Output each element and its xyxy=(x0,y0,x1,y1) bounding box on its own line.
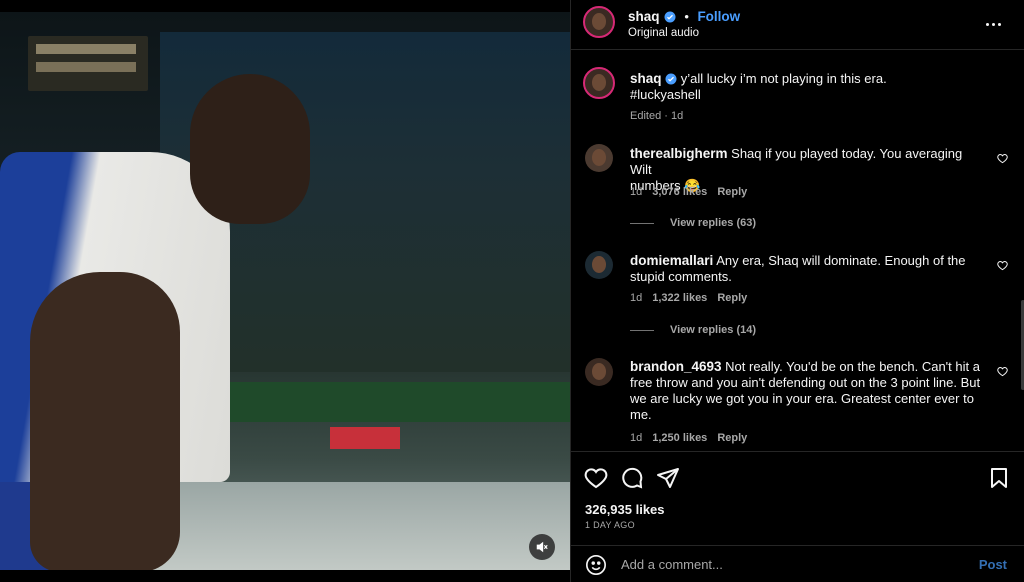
emoji-icon[interactable] xyxy=(585,554,607,576)
reply-button[interactable]: Reply xyxy=(717,432,747,444)
more-options-icon[interactable] xyxy=(983,14,1003,34)
caption-avatar[interactable] xyxy=(583,67,615,99)
comment-body-line1: Any era, Shaq will dominate. Enough of t… xyxy=(716,253,966,268)
comment-likes[interactable]: 3,076 likes xyxy=(652,186,707,198)
comment-username[interactable]: brandon_4693 xyxy=(630,359,722,374)
heart-icon[interactable] xyxy=(997,153,1008,164)
reply-button[interactable]: Reply xyxy=(717,292,747,304)
comment-body-line2: free throw and you ain't defending out o… xyxy=(630,375,981,390)
comment-body-line2: stupid comments. xyxy=(630,269,732,284)
video-player[interactable] xyxy=(0,12,570,570)
player-arm xyxy=(30,272,180,570)
post-panel: shaq • Follow Original audio shaq y’all … xyxy=(570,0,1024,582)
caption-hashtag[interactable]: #luckyashell xyxy=(630,87,701,102)
heart-icon[interactable] xyxy=(997,260,1008,271)
caption-username[interactable]: shaq xyxy=(630,71,662,86)
author-username[interactable]: shaq xyxy=(628,9,660,24)
muted-speaker-icon xyxy=(536,541,548,553)
arena-ad-board xyxy=(330,427,400,449)
bookmark-icon[interactable] xyxy=(987,466,1011,490)
verified-badge-icon xyxy=(664,11,676,23)
caption-meta: Edited · 1d xyxy=(630,110,684,122)
comment-avatar[interactable] xyxy=(585,358,613,386)
comment-text: domiemallari Any era, Shaq will dominate… xyxy=(630,253,980,285)
post-comment-button[interactable]: Post xyxy=(979,557,1007,572)
comment-likes[interactable]: 1,322 likes xyxy=(652,292,707,304)
follow-button[interactable]: Follow xyxy=(697,9,740,24)
comment-username[interactable]: domiemallari xyxy=(630,253,713,268)
comment-username[interactable]: therealbigherm xyxy=(630,146,728,161)
author-row: shaq • Follow xyxy=(628,8,740,26)
comment-likes[interactable]: 1,250 likes xyxy=(652,432,707,444)
player-head xyxy=(190,74,310,224)
arena-scoreboard xyxy=(28,36,148,91)
heart-icon[interactable] xyxy=(584,466,608,490)
arena-banner xyxy=(230,382,570,422)
comment-age: 1d xyxy=(630,292,643,304)
comment-meta: 1d 3,076 likes Reply xyxy=(630,186,747,198)
add-comment-input[interactable]: Add a comment... xyxy=(621,557,723,572)
mute-button[interactable] xyxy=(529,534,555,560)
add-comment-bar: Add a comment... Post xyxy=(571,545,1024,582)
author-avatar[interactable] xyxy=(583,6,615,38)
view-replies-button[interactable]: View replies (14) xyxy=(630,324,756,336)
caption: shaq y’all lucky i’m not playing in this… xyxy=(630,71,980,103)
like-count[interactable]: 326,935 likes xyxy=(585,502,665,517)
separator-dot: • xyxy=(684,9,689,24)
comment-meta: 1d 1,322 likes Reply xyxy=(630,292,747,304)
comment-body-line1: Not really. You'd be on the bench. Can't… xyxy=(725,359,980,374)
heart-icon[interactable] xyxy=(997,366,1008,377)
share-icon[interactable] xyxy=(656,466,680,490)
comment-body-line3: we are lucky we got you in your era. Gre… xyxy=(630,391,974,406)
comment-icon[interactable] xyxy=(620,466,644,490)
comment-age: 1d xyxy=(630,432,643,444)
comment-text: brandon_4693 Not really. You'd be on the… xyxy=(630,359,990,423)
comment-meta: 1d 1,250 likes Reply xyxy=(630,432,747,444)
verified-badge-icon xyxy=(665,73,677,85)
caption-text-line1: y’all lucky i’m not playing in this era. xyxy=(680,71,887,86)
view-replies-button[interactable]: View replies (63) xyxy=(630,217,756,229)
comments-list[interactable]: shaq y’all lucky i’m not playing in this… xyxy=(571,51,1024,451)
audio-label[interactable]: Original audio xyxy=(628,27,699,39)
comment-body-line4: me. xyxy=(630,407,652,422)
comment-avatar[interactable] xyxy=(585,251,613,279)
comment-age: 1d xyxy=(630,186,643,198)
post-actions: 326,935 likes 1 DAY AGO xyxy=(571,451,1024,541)
comment-avatar[interactable] xyxy=(585,144,613,172)
post-timestamp: 1 DAY AGO xyxy=(585,520,635,530)
reply-button[interactable]: Reply xyxy=(717,186,747,198)
post-header: shaq • Follow Original audio xyxy=(571,0,1024,50)
